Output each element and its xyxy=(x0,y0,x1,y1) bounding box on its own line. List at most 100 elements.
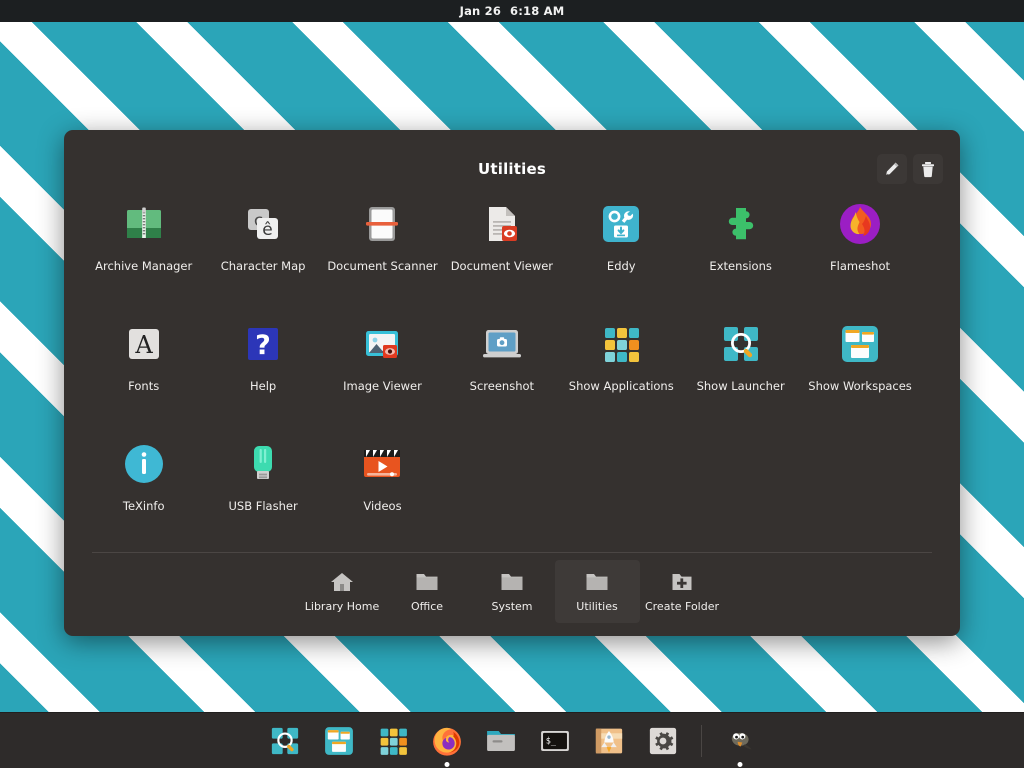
app-label: Image Viewer xyxy=(343,379,422,393)
app-help[interactable]: ? Help xyxy=(203,312,322,432)
delete-button[interactable] xyxy=(913,154,943,184)
taskbar-terminal[interactable]: $_ xyxy=(533,719,577,763)
taskbar-separator xyxy=(700,724,702,757)
edit-button[interactable] xyxy=(877,154,907,184)
running-indicator xyxy=(444,761,449,767)
folder-icon xyxy=(584,569,610,593)
files-icon xyxy=(484,724,518,758)
show-applications-icon xyxy=(376,724,410,758)
archive-manager-icon xyxy=(120,200,168,248)
taskbar-launcher-rocket[interactable] xyxy=(587,719,631,763)
folder-tab-system[interactable]: System xyxy=(470,560,555,623)
taskbar: $_ xyxy=(0,712,1024,768)
application-grid: Archive Manager ç ê Character Map xyxy=(84,192,940,552)
clock-date[interactable]: Jan 26 xyxy=(460,4,501,18)
app-archive-manager[interactable]: Archive Manager xyxy=(84,192,203,312)
folder-tab-library-home[interactable]: Library Home xyxy=(300,560,385,623)
show-workspaces-icon xyxy=(836,320,884,368)
folder-tabs: Library Home Office System Utilities Cre… xyxy=(64,560,960,623)
dialog-divider xyxy=(92,552,932,553)
utilities-dialog: Utilities Archive Manager ê Character Ma… xyxy=(64,130,960,636)
terminal-icon: $_ xyxy=(538,724,572,758)
show-launcher-icon xyxy=(717,320,765,368)
taskbar-items: $_ xyxy=(263,719,762,767)
show-launcher-icon xyxy=(268,724,302,758)
folder-tab-create-folder[interactable]: Create Folder xyxy=(640,560,725,623)
clock-time[interactable]: 6:18 AM xyxy=(510,4,564,18)
running-indicator xyxy=(737,761,742,767)
image-viewer-icon xyxy=(358,320,406,368)
app-label: Fonts xyxy=(128,379,160,393)
taskbar-show-launcher[interactable] xyxy=(263,719,307,763)
folder-tab-label: System xyxy=(491,600,533,613)
document-viewer-icon xyxy=(478,200,526,248)
dialog-title: Utilities xyxy=(478,160,546,178)
folder-tab-label: Create Folder xyxy=(644,600,720,613)
character-map-icon: ç ê xyxy=(239,200,287,248)
app-image-viewer[interactable]: Image Viewer xyxy=(323,312,442,432)
fonts-icon: A xyxy=(120,320,168,368)
flameshot-icon xyxy=(836,200,884,248)
app-document-viewer[interactable]: Document Viewer xyxy=(442,192,561,312)
rocket-icon xyxy=(592,724,626,758)
app-eddy[interactable]: Eddy xyxy=(562,192,681,312)
help-icon: ? xyxy=(239,320,287,368)
app-fonts[interactable]: A Fonts xyxy=(84,312,203,432)
folder-tab-utilities[interactable]: Utilities xyxy=(554,560,640,623)
app-document-scanner[interactable]: Document Scanner xyxy=(323,192,442,312)
eddy-icon xyxy=(597,200,645,248)
svg-text:?: ? xyxy=(255,330,271,361)
svg-text:A: A xyxy=(134,331,153,359)
pencil-icon xyxy=(884,161,900,177)
app-label: Document Scanner xyxy=(327,259,438,273)
taskbar-files[interactable] xyxy=(479,719,523,763)
app-label: Character Map xyxy=(220,259,306,273)
app-label: Archive Manager xyxy=(95,259,193,273)
app-show-launcher[interactable]: Show Launcher xyxy=(681,312,800,432)
app-label: Extensions xyxy=(709,259,772,273)
app-usb-flasher[interactable]: USB Flasher xyxy=(203,432,322,552)
app-label: Show Launcher xyxy=(696,379,785,393)
app-texinfo[interactable]: TeXinfo xyxy=(84,432,203,552)
app-videos[interactable]: Videos xyxy=(323,432,442,552)
app-screenshot[interactable]: Screenshot xyxy=(442,312,561,432)
folder-icon xyxy=(414,569,440,593)
app-label: USB Flasher xyxy=(228,499,298,513)
app-extensions[interactable]: Extensions xyxy=(681,192,800,312)
extensions-icon xyxy=(717,200,765,248)
taskbar-show-workspaces[interactable] xyxy=(317,719,361,763)
videos-icon xyxy=(358,440,406,488)
dialog-actions xyxy=(877,154,943,184)
show-workspaces-icon xyxy=(322,724,356,758)
folder-tab-label: Library Home xyxy=(304,600,380,613)
folder-plus-icon xyxy=(669,569,695,593)
app-character-map[interactable]: ç ê Character Map xyxy=(203,192,322,312)
app-show-workspaces[interactable]: Show Workspaces xyxy=(800,312,919,432)
taskbar-gimp[interactable] xyxy=(718,719,762,767)
document-scanner-icon xyxy=(358,200,406,248)
desktop: Jan 26 6:18 AM Utilities Archive Manager… xyxy=(0,0,1024,768)
taskbar-firefox[interactable] xyxy=(425,719,469,767)
folder-tab-office[interactable]: Office xyxy=(385,560,470,623)
svg-text:$_: $_ xyxy=(545,736,556,746)
folder-tab-label: Utilities xyxy=(576,600,618,613)
app-label: Videos xyxy=(363,499,402,513)
app-flameshot[interactable]: Flameshot xyxy=(800,192,919,312)
taskbar-settings[interactable] xyxy=(641,719,685,763)
screenshot-icon xyxy=(478,320,526,368)
app-label: Show Workspaces xyxy=(808,379,912,393)
texinfo-icon xyxy=(120,440,168,488)
folder-icon xyxy=(499,569,525,593)
app-label: Document Viewer xyxy=(450,259,554,273)
firefox-icon xyxy=(430,724,464,758)
taskbar-show-applications[interactable] xyxy=(371,719,415,763)
show-applications-icon xyxy=(597,320,645,368)
app-show-applications[interactable]: Show Applications xyxy=(562,312,681,432)
gimp-icon xyxy=(723,724,757,758)
svg-text:ê: ê xyxy=(262,220,272,240)
gear-icon xyxy=(646,724,680,758)
app-label: TeXinfo xyxy=(122,499,165,513)
home-icon xyxy=(329,569,355,593)
app-label: Screenshot xyxy=(469,379,535,393)
app-label: Eddy xyxy=(606,259,636,273)
